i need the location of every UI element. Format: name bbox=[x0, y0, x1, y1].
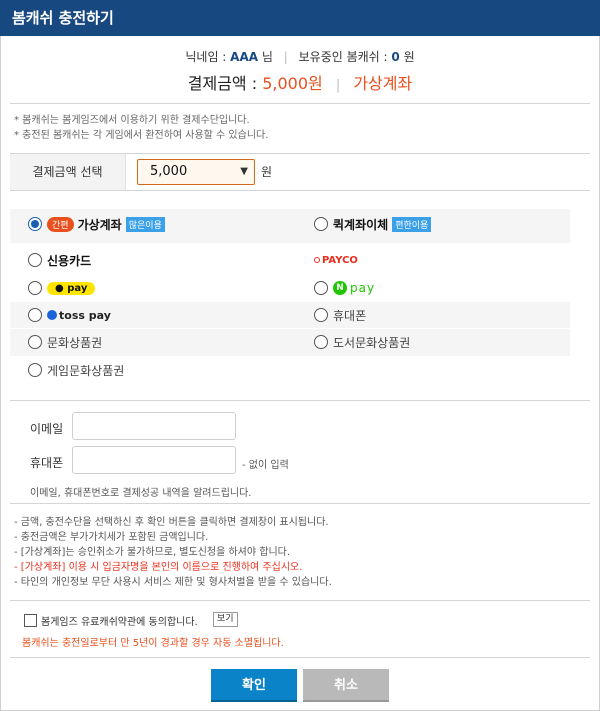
guide-item: - [가상계좌]는 승인취소가 불가하므로, 별도신청을 하셔야 합니다. bbox=[14, 547, 291, 558]
naver-n-icon: N bbox=[333, 281, 347, 295]
tosspay-logo-icon: toss pay bbox=[47, 309, 111, 322]
payco-label: PAYCO bbox=[322, 254, 358, 266]
method-mobile[interactable]: 휴대폰 bbox=[314, 305, 366, 325]
radio-virtual-account[interactable] bbox=[28, 217, 42, 231]
method-credit-card[interactable]: 신용카드 bbox=[28, 250, 91, 270]
guide-item: - 충전금액은 부가가치세가 포함된 금액입니다. bbox=[14, 532, 209, 543]
divider: | bbox=[335, 78, 341, 93]
naverpay-label: pay bbox=[350, 281, 376, 295]
email-field[interactable] bbox=[72, 412, 236, 440]
agreement-section: 봄게임즈 유료캐쉬약관에 동의합니다. 보기 봄캐쉬는 충전일로부터 만 5년이… bbox=[10, 600, 590, 658]
radio-game-voucher[interactable] bbox=[28, 363, 42, 377]
method-virtual-account[interactable]: 간편 가상계좌 많은이용 bbox=[28, 214, 165, 234]
method-culture-voucher[interactable]: 문화상품권 bbox=[28, 332, 102, 352]
radio-book-voucher[interactable] bbox=[314, 335, 328, 349]
nickname-value: AAA bbox=[230, 50, 259, 64]
expiry-notice: 봄캐쉬는 충전일로부터 만 5년이 경과할 경우 자동 소멸됩니다. bbox=[22, 638, 284, 649]
guide-item: - 타인의 개인정보 무단 사용시 서비스 제한 및 형사처벌을 받을 수 있습… bbox=[14, 577, 332, 588]
agree-label: 봄게임즈 유료캐쉬약관에 동의합니다. bbox=[41, 617, 198, 628]
method-game-voucher[interactable]: 게임문화상품권 bbox=[28, 360, 124, 380]
method-book-voucher[interactable]: 도서문화상품권 bbox=[314, 332, 410, 352]
phone-field[interactable] bbox=[72, 446, 236, 474]
method-label: 가상계좌 bbox=[77, 217, 122, 232]
agree-checkbox[interactable] bbox=[24, 614, 37, 627]
contact-notice: 이메일, 휴대폰번호로 결제성공 내역을 알려드립니다. bbox=[30, 488, 252, 499]
divider: | bbox=[283, 50, 288, 64]
radio-quick-transfer[interactable] bbox=[314, 217, 328, 231]
email-label: 이메일 bbox=[30, 422, 64, 436]
payment-label: 결제금액 : bbox=[187, 74, 258, 93]
guide-item-warning: - [가상계좌] 이용 시 입금자명을 본인의 이름으로 진행하여 주십시오. bbox=[14, 562, 303, 573]
method-label: 게임문화상품권 bbox=[47, 363, 125, 378]
popular-badge: 많은이용 bbox=[125, 216, 165, 232]
account-info: 닉네임 : AAA 님 | 보유중인 봄캐쉬 : 0 원 bbox=[0, 48, 600, 65]
radio-naverpay[interactable] bbox=[314, 281, 328, 295]
kakaopay-label: pay bbox=[67, 282, 88, 294]
nickname-label: 닉네임 : bbox=[185, 50, 227, 64]
method-naverpay[interactable]: Npay bbox=[314, 278, 375, 298]
guide-item: - 금액, 충전수단을 선택하신 후 확인 버튼을 클릭하면 결제창이 표시됩니… bbox=[14, 517, 329, 528]
radio-culture-voucher[interactable] bbox=[28, 335, 42, 349]
notice-line: * 충전된 봄캐쉬는 각 게임에서 환전하여 사용할 수 있습니다. bbox=[14, 130, 269, 141]
method-quick-transfer[interactable]: 퀵계좌이체 편한이용 bbox=[314, 214, 432, 234]
nickname-suffix: 님 bbox=[261, 50, 273, 64]
payco-logo-icon: PAYCO bbox=[314, 255, 358, 266]
chevron-down-icon: ▼ bbox=[240, 166, 248, 177]
phone-label: 휴대폰 bbox=[30, 456, 64, 470]
method-label: 휴대폰 bbox=[333, 308, 367, 323]
radio-tosspay[interactable] bbox=[28, 308, 42, 322]
easy-tag: 간편 bbox=[47, 216, 74, 232]
page-title: 봄캐쉬 충전하기 bbox=[0, 0, 600, 36]
method-kakaopay[interactable]: ● pay bbox=[28, 278, 96, 298]
amount-select-row: 결제금액 선택 5,000 ▼ 원 bbox=[10, 153, 590, 191]
cancel-button[interactable]: 취소 bbox=[303, 669, 389, 702]
notice-line: * 봄캐쉬는 봄게임즈에서 이용하기 위한 결제수단입니다. bbox=[14, 115, 250, 126]
cash-value: 0 bbox=[391, 50, 400, 64]
method-label: 문화상품권 bbox=[47, 335, 103, 350]
confirm-button[interactable]: 확인 bbox=[211, 669, 297, 702]
cash-label: 보유중인 봄캐쉬 : bbox=[298, 50, 388, 64]
payment-amount: 5,000원 bbox=[262, 74, 323, 93]
convenient-badge: 편한이용 bbox=[392, 216, 432, 232]
method-label: 신용카드 bbox=[47, 253, 92, 268]
divider bbox=[10, 103, 590, 104]
kakaopay-logo-icon: ● pay bbox=[47, 281, 96, 295]
amount-unit: 원 bbox=[261, 165, 273, 179]
method-payco[interactable]: PAYCO bbox=[314, 250, 358, 270]
payment-method: 가상계좌 bbox=[353, 74, 413, 93]
amount-select[interactable]: 5,000 ▼ bbox=[137, 159, 255, 185]
method-label: 도서문화상품권 bbox=[333, 335, 411, 350]
tosspay-label: toss pay bbox=[59, 308, 111, 322]
contact-section: 이메일 휴대폰 - 없이 입력 이메일, 휴대폰번호로 결제성공 내역을 알려드… bbox=[10, 400, 590, 504]
payment-summary: 결제금액 : 5,000원 | 가상계좌 bbox=[0, 70, 600, 94]
naverpay-logo-icon: Npay bbox=[333, 281, 375, 295]
method-tosspay[interactable]: toss pay bbox=[28, 305, 111, 325]
phone-hint: - 없이 입력 bbox=[242, 460, 289, 471]
radio-credit-card[interactable] bbox=[28, 253, 42, 267]
cash-unit: 원 bbox=[403, 50, 415, 64]
guide-list: - 금액, 충전수단을 선택하신 후 확인 버튼을 클릭하면 결제창이 표시됩니… bbox=[14, 515, 332, 590]
radio-mobile[interactable] bbox=[314, 308, 328, 322]
amount-select-label: 결제금액 선택 bbox=[10, 154, 126, 190]
method-label: 퀵계좌이체 bbox=[333, 217, 389, 232]
radio-kakaopay[interactable] bbox=[28, 281, 42, 295]
amount-select-value: 5,000 bbox=[150, 164, 188, 179]
view-terms-button[interactable]: 보기 bbox=[213, 612, 238, 627]
